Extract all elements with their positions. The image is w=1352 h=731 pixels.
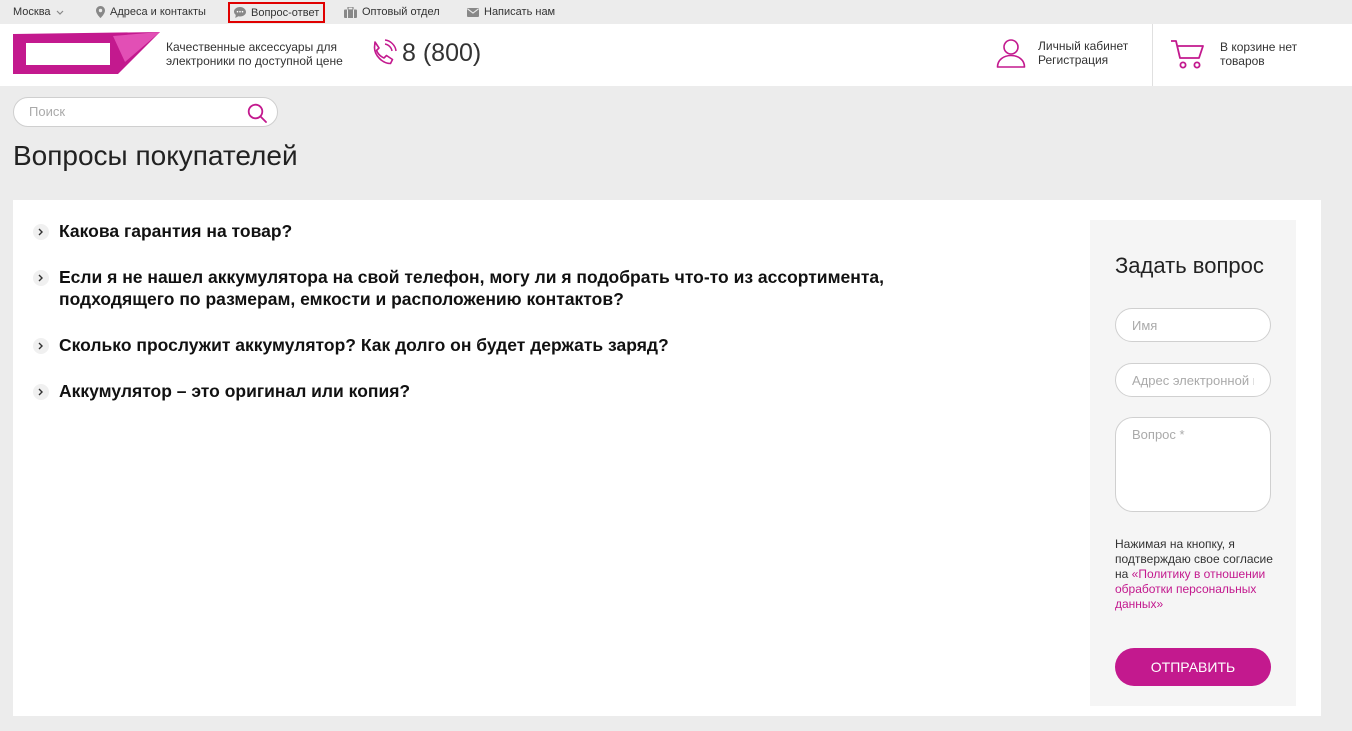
faq-item[interactable]: Аккумулятор – это оригинал или копия? [33, 380, 1033, 402]
faq-list: Какова гарантия на товар? Если я не наше… [33, 220, 1033, 426]
account-block[interactable]: Личный кабинет Регистрация [996, 38, 1128, 68]
chevron-down-icon [56, 10, 63, 15]
faq-item[interactable]: Если я не нашел аккумулятора на свой тел… [33, 266, 1033, 310]
wholesale-label: Оптовый отдел [362, 6, 440, 18]
site-tagline: Качественные аксессуары для электроники … [166, 40, 343, 68]
faq-question[interactable]: Аккумулятор – это оригинал или копия? [59, 380, 410, 402]
question-field[interactable] [1115, 417, 1271, 512]
chevron-right-icon [33, 224, 49, 240]
top-bar: Москва Адреса и контакты Вопрос-ответ Оп… [0, 0, 1352, 24]
chevron-right-icon [33, 384, 49, 400]
chevron-right-icon [33, 338, 49, 354]
faq-question[interactable]: Сколько прослужит аккумулятор? Как долго… [59, 334, 669, 356]
account-login-link[interactable]: Личный кабинет [1038, 39, 1128, 53]
faq-item[interactable]: Какова гарантия на товар? [33, 220, 1033, 242]
user-icon [996, 39, 1026, 68]
privacy-policy-link[interactable]: «Политику в отношении обработки персонал… [1115, 567, 1265, 611]
faq-link[interactable]: Вопрос-ответ [228, 2, 326, 23]
write-us-label: Написать нам [484, 6, 556, 18]
phone-icon [373, 39, 397, 65]
page-title: Вопросы покупателей [13, 140, 298, 171]
ask-question-form: Задать вопрос Нажимая на кнопку, я подтв… [1090, 220, 1296, 706]
consent-text: Нажимая на кнопку, я подтверждаю свое со… [1115, 537, 1275, 612]
cart-block[interactable]: В корзине нет товаров [1170, 38, 1320, 70]
write-us-link[interactable]: Написать нам [467, 0, 555, 24]
city-label: Москва [13, 6, 51, 18]
cart-status: В корзине нет товаров [1220, 40, 1298, 68]
addresses-label: Адреса и контакты [110, 6, 206, 18]
search-box [13, 97, 278, 127]
site-header: Качественные аксессуары для электроники … [0, 24, 1352, 86]
location-pin-icon [96, 6, 105, 18]
faq-label: Вопрос-ответ [251, 6, 320, 19]
chevron-right-icon [33, 270, 49, 286]
city-selector[interactable]: Москва [13, 0, 64, 24]
envelope-icon [467, 7, 479, 17]
site-logo[interactable] [13, 32, 160, 74]
chat-bubble-icon [234, 7, 246, 18]
faq-item[interactable]: Сколько прослужит аккумулятор? Как долго… [33, 334, 1033, 356]
phone-block[interactable]: 8 (800) [368, 38, 481, 68]
account-register-link[interactable]: Регистрация [1038, 53, 1128, 67]
phone-number[interactable]: 8 (800) [402, 39, 481, 68]
submit-button[interactable]: ОТПРАВИТЬ [1115, 648, 1271, 686]
main-content: Какова гарантия на товар? Если я не наше… [13, 200, 1321, 716]
header-divider [1152, 24, 1153, 86]
search-input[interactable] [29, 104, 239, 119]
email-field[interactable] [1115, 363, 1271, 397]
briefcase-icon [344, 6, 357, 18]
cart-icon [1171, 40, 1204, 69]
faq-question[interactable]: Какова гарантия на товар? [59, 220, 292, 242]
wholesale-link[interactable]: Оптовый отдел [344, 0, 440, 24]
name-field[interactable] [1115, 308, 1271, 342]
search-icon[interactable] [247, 103, 267, 123]
faq-question[interactable]: Если я не нашел аккумулятора на свой тел… [59, 266, 979, 310]
addresses-link[interactable]: Адреса и контакты [96, 0, 206, 24]
ask-form-title: Задать вопрос [1115, 253, 1264, 278]
